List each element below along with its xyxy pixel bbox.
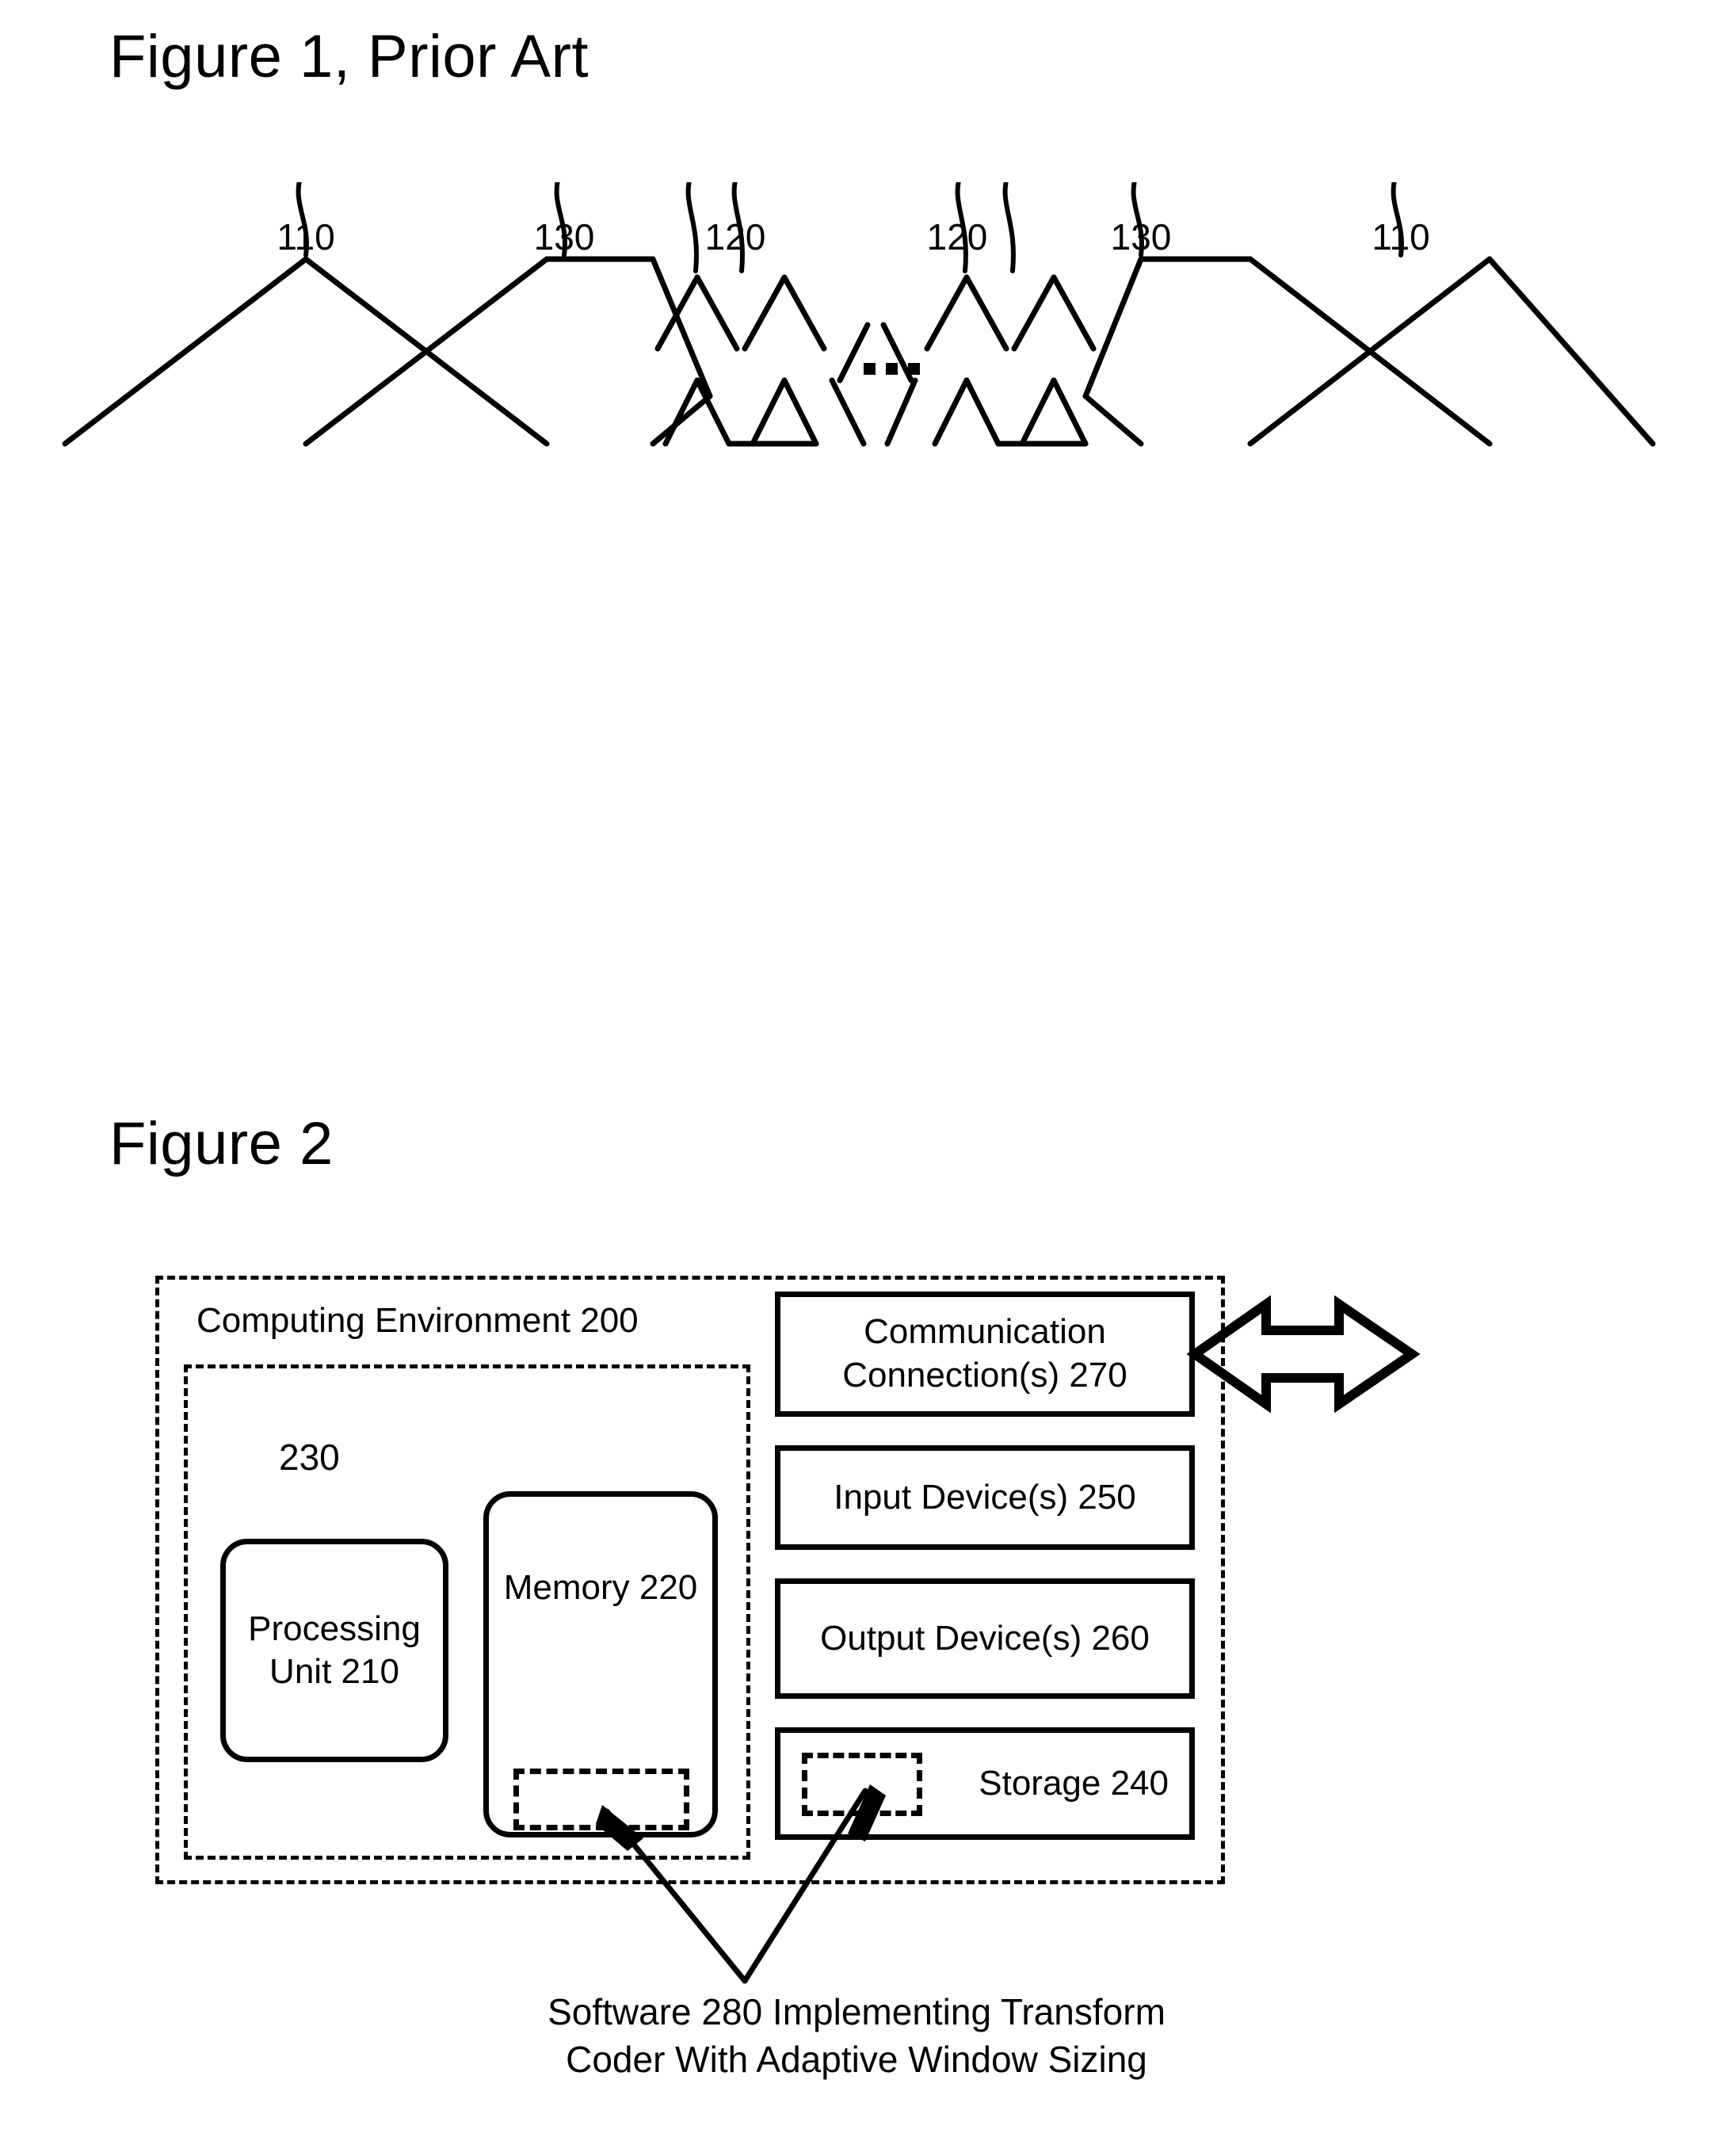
memory-software-subbox bbox=[513, 1769, 689, 1830]
ref-label-120-left: 120 bbox=[704, 216, 766, 258]
figure-1-waveform-diagram bbox=[62, 182, 1656, 447]
computing-environment-label: Computing Environment 200 bbox=[196, 1301, 639, 1340]
patent-figure-page: Figure 1, Prior Art 110 130 120 120 130 … bbox=[0, 0, 1713, 2156]
figure-2-block-diagram: Computing Environment 200 230 Processing… bbox=[0, 1236, 1713, 2124]
ref-label-130-left: 130 bbox=[533, 216, 595, 258]
ref-label-120-right: 120 bbox=[926, 216, 988, 258]
output-devices-label: Output Device(s) 260 bbox=[820, 1618, 1150, 1658]
group-230-label: 230 bbox=[279, 1437, 340, 1478]
processing-unit-box: Processing Unit 210 bbox=[220, 1539, 448, 1762]
figure-1-title: Figure 1, Prior Art bbox=[109, 23, 589, 90]
ref-label-130-right: 130 bbox=[1110, 216, 1172, 258]
caption-line-2: Coder With Adaptive Window Sizing bbox=[566, 2038, 1147, 2080]
communication-connections-box: Communication Connection(s) 270 bbox=[775, 1292, 1195, 1417]
storage-software-subbox bbox=[802, 1753, 922, 1816]
storage-label: Storage 240 bbox=[979, 1763, 1169, 1803]
processing-unit-label: Processing Unit 210 bbox=[248, 1609, 421, 1691]
memory-label: Memory 220 bbox=[503, 1568, 698, 1607]
input-devices-box: Input Device(s) 250 bbox=[775, 1445, 1195, 1550]
input-devices-label: Input Device(s) 250 bbox=[834, 1477, 1136, 1517]
window-envelope-lines bbox=[62, 256, 1656, 447]
ref-label-110-left: 110 bbox=[277, 216, 335, 258]
external-communication-double-arrow bbox=[1186, 1295, 1421, 1414]
caption-line-1: Software 280 Implementing Transform bbox=[547, 1991, 1166, 2032]
ref-label-110-right: 110 bbox=[1372, 216, 1430, 258]
ellipsis-dots bbox=[864, 363, 920, 375]
figure-2-caption: Software 280 Implementing Transform Code… bbox=[0, 1989, 1713, 2084]
figure-2-title: Figure 2 bbox=[109, 1110, 334, 1177]
output-devices-box: Output Device(s) 260 bbox=[775, 1578, 1195, 1699]
communication-connections-label: Communication Connection(s) 270 bbox=[842, 1312, 1127, 1395]
